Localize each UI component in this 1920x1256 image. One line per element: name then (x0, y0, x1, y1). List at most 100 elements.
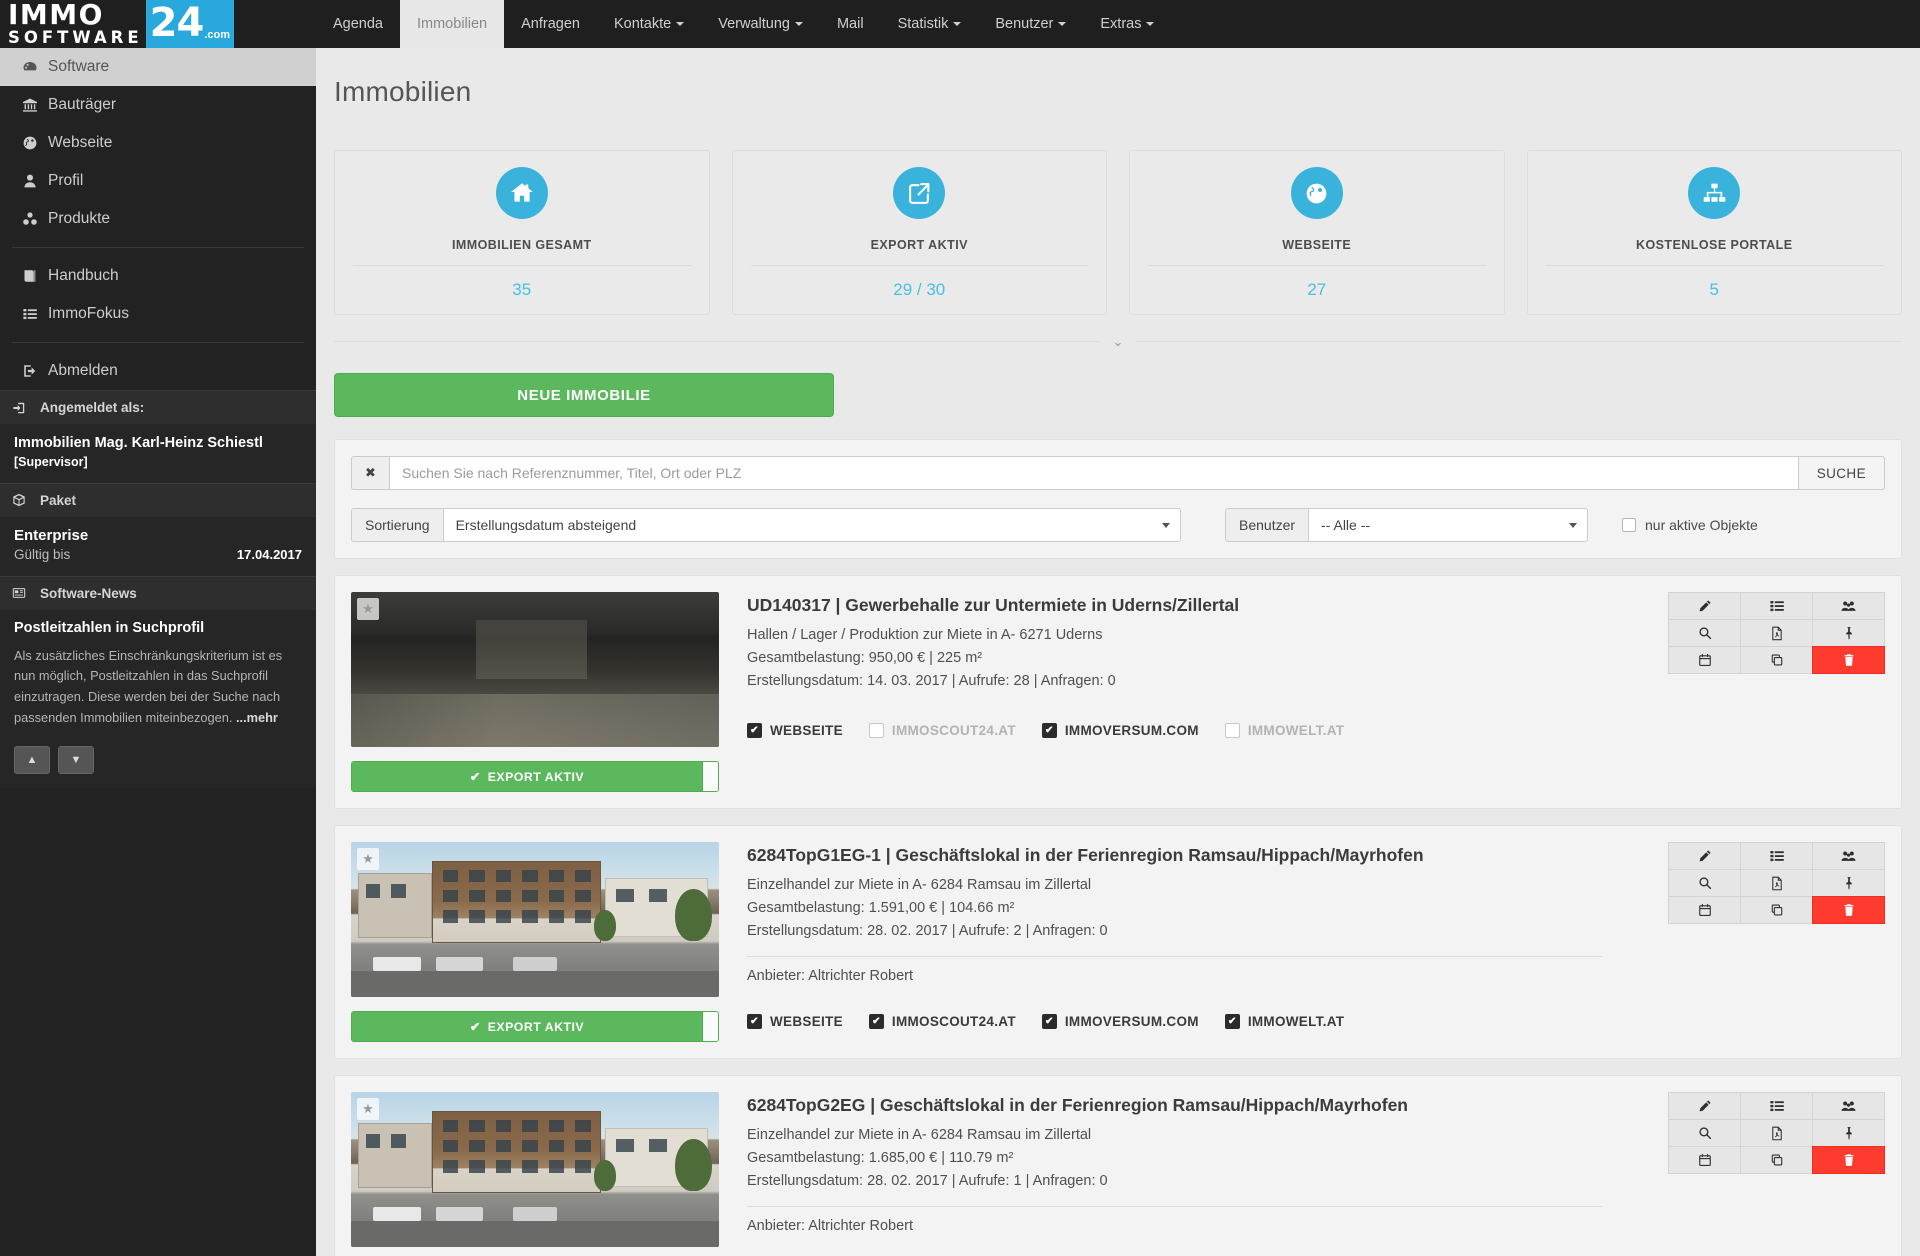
portal-toggle-immoscout24-at[interactable]: ✔ IMMOSCOUT24.AT (868, 1014, 1016, 1030)
search-filter-panel: ✖ SUCHE Sortierung Erstellungsdatum abst… (334, 439, 1902, 559)
sidebar-item-webseite[interactable]: Webseite (0, 124, 316, 162)
sort-select[interactable]: Erstellungsdatum absteigend (442, 508, 1181, 542)
action-search-button[interactable] (1668, 1119, 1741, 1147)
sidebar-item-handbuch[interactable]: Handbuch (0, 257, 316, 295)
news-prev-button[interactable]: ▲ (14, 746, 50, 775)
sidebar-item-produkte[interactable]: Produkte (0, 200, 316, 238)
action-list-button[interactable] (1740, 592, 1813, 620)
stat-label: WEBSEITE (1148, 238, 1486, 266)
nav-item-statistik[interactable]: Statistik (881, 0, 979, 48)
news-next-button[interactable]: ▼ (58, 746, 94, 775)
user-role: [Supervisor] (14, 454, 88, 469)
sidebar-item-abmelden[interactable]: Abmelden (0, 352, 316, 390)
chevron-down-icon (1569, 522, 1577, 528)
action-search-button[interactable] (1668, 619, 1741, 647)
portal-toggle-immowelt-at[interactable]: IMMOWELT.AT (1224, 723, 1345, 739)
chevron-down-icon (1162, 522, 1170, 528)
portal-toggle-immoscout24-at[interactable]: IMMOSCOUT24.AT (868, 723, 1016, 739)
stat-card-export-aktiv[interactable]: EXPORT AKTIV 29 / 30 (731, 150, 1107, 315)
new-property-button[interactable]: NEUE IMMOBILIE (334, 373, 834, 417)
nav-item-label: Extras (1100, 16, 1142, 32)
news-body: Als zusätzliches Einschränkungskriterium… (14, 647, 283, 725)
stats-collapse-toggle[interactable]: ⌄ (334, 331, 1902, 351)
news-more-link[interactable]: ...mehr (236, 710, 278, 725)
action-search-button[interactable] (1668, 869, 1741, 897)
listing-card: ★ ✔ EXPORT AKTIV 6284TopG1EG-1 | Geschäftsl… (334, 825, 1902, 1059)
news-block: Postleitzahlen in Suchprofil Als zusätzl… (0, 609, 316, 789)
action-pin-button[interactable] (1812, 869, 1885, 897)
nav-item-mail[interactable]: Mail (820, 0, 881, 48)
favorite-star-icon[interactable]: ★ (357, 848, 379, 870)
action-edit-button[interactable] (1668, 592, 1741, 620)
user-info-block: Immobilien Mag. Karl-Heinz Schiestl [Sup… (0, 424, 316, 483)
favorite-star-icon[interactable]: ★ (357, 598, 379, 620)
action-calendar-button[interactable] (1668, 896, 1741, 924)
action-contacts-button[interactable] (1812, 1092, 1885, 1120)
sidebar-item-bautr-ger[interactable]: Bauträger (0, 86, 316, 124)
action-pdf-button[interactable] (1740, 869, 1813, 897)
nav-item-agenda[interactable]: Agenda (316, 0, 400, 48)
nav-item-anfragen[interactable]: Anfragen (504, 0, 597, 48)
listing-card: ★ ✔ EXPORT AKTIV UD140317 | Gewerbehalle zu… (334, 575, 1902, 809)
action-pin-button[interactable] (1812, 1119, 1885, 1147)
sitemap-icon (1688, 167, 1741, 219)
search-submit-button[interactable]: SUCHE (1798, 456, 1885, 490)
portal-label: IMMOVERSUM.COM (1064, 723, 1199, 739)
listing-thumbnail[interactable]: ★ (351, 1092, 719, 1247)
action-contacts-button[interactable] (1812, 842, 1885, 870)
action-trash-button[interactable] (1812, 1146, 1885, 1174)
sidebar-item-immofokus[interactable]: ImmoFokus (0, 295, 316, 333)
action-edit-button[interactable] (1668, 1092, 1741, 1120)
top-bar: IMMO SOFTWARE 24 .com Agenda Immobilien An… (0, 0, 1920, 48)
portal-label: IMMOWELT.AT (1247, 1014, 1345, 1030)
chevron-down-icon (676, 22, 685, 26)
action-pdf-button[interactable] (1740, 619, 1813, 647)
toggle-handle[interactable] (702, 1012, 718, 1041)
sidebar-divider (12, 247, 304, 248)
export-active-toggle[interactable]: ✔ EXPORT AKTIV (351, 761, 719, 792)
sidebar-item-software[interactable]: Software (0, 48, 316, 86)
app-logo[interactable]: IMMO SOFTWARE 24 .com (0, 0, 316, 48)
active-only-label: nur aktive Objekte (1645, 517, 1758, 533)
portal-toggle-webseite[interactable]: ✔ WEBSEITE (747, 1014, 843, 1030)
portal-toggle-webseite[interactable]: ✔ WEBSEITE (747, 723, 843, 739)
action-trash-button[interactable] (1812, 646, 1885, 674)
portal-toggle-immowelt-at[interactable]: ✔ IMMOWELT.AT (1224, 1014, 1345, 1030)
action-calendar-button[interactable] (1668, 646, 1741, 674)
action-list-button[interactable] (1740, 1092, 1813, 1120)
nav-item-kontakte[interactable]: Kontakte (597, 0, 701, 48)
action-copy-button[interactable] (1740, 1146, 1813, 1174)
toggle-handle[interactable] (702, 762, 718, 791)
action-trash-button[interactable] (1812, 896, 1885, 924)
user-filter-select[interactable]: -- Alle -- (1308, 508, 1588, 542)
action-copy-button[interactable] (1740, 896, 1813, 924)
action-contacts-button[interactable] (1812, 592, 1885, 620)
sidebar-item-label: Abmelden (48, 362, 118, 379)
action-list-button[interactable] (1740, 842, 1813, 870)
sidebar-item-profil[interactable]: Profil (0, 162, 316, 200)
nav-item-label: Statistik (897, 16, 949, 32)
stat-card-webseite[interactable]: WEBSEITE 27 (1129, 150, 1505, 315)
favorite-star-icon[interactable]: ★ (357, 1098, 379, 1120)
nav-item-benutzer[interactable]: Benutzer (978, 0, 1083, 48)
portal-toggle-immoversum-com[interactable]: ✔ IMMOVERSUM.COM (1041, 723, 1199, 739)
nav-item-immobilien[interactable]: Immobilien (400, 0, 505, 48)
action-copy-button[interactable] (1740, 646, 1813, 674)
search-input[interactable] (389, 456, 1799, 490)
action-pdf-button[interactable] (1740, 1119, 1813, 1147)
action-pin-button[interactable] (1812, 619, 1885, 647)
stat-value: 29 / 30 (893, 280, 946, 299)
clear-search-button[interactable]: ✖ (351, 456, 389, 490)
nav-item-extras[interactable]: Extras (1083, 0, 1171, 48)
active-only-checkbox[interactable]: nur aktive Objekte (1622, 517, 1758, 533)
stat-card-kostenlose-portale[interactable]: KOSTENLOSE PORTALE 5 (1526, 150, 1902, 315)
stat-card-immobilien-gesamt[interactable]: IMMOBILIEN GESAMT 35 (334, 150, 710, 315)
listing-thumbnail[interactable]: ★ (351, 842, 719, 997)
action-edit-button[interactable] (1668, 842, 1741, 870)
nav-item-verwaltung[interactable]: Verwaltung (701, 0, 820, 48)
sidebar-item-label: Bauträger (48, 96, 117, 113)
action-calendar-button[interactable] (1668, 1146, 1741, 1174)
portal-toggle-immoversum-com[interactable]: ✔ IMMOVERSUM.COM (1041, 1014, 1199, 1030)
listing-thumbnail[interactable]: ★ (351, 592, 719, 747)
export-active-toggle[interactable]: ✔ EXPORT AKTIV (351, 1011, 719, 1042)
